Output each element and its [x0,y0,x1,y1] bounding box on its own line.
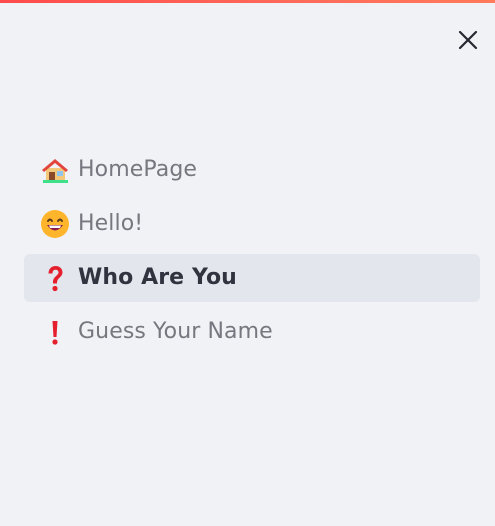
house-icon [40,155,70,185]
sidebar-item-label: HomePage [78,157,198,182]
sidebar-item-label: Guess Your Name [78,319,273,344]
top-accent-bar [0,0,495,3]
red-exclamation-mark-icon [40,317,70,347]
sidebar-item-label: Who Are You [78,265,237,290]
sidebar-item-who-are-you[interactable]: Who Are You [24,254,480,302]
close-icon [458,30,478,50]
sidebar-item-label: Hello! [78,211,144,236]
red-question-mark-icon [40,263,70,293]
close-sidebar-button[interactable] [452,24,484,56]
grinning-face-icon [40,209,70,239]
sidebar-item-guess-your-name[interactable]: Guess Your Name [24,308,480,356]
sidebar-item-homepage[interactable]: HomePage [24,146,480,194]
sidebar-nav: HomePage Hello! Who Are You Guess Your N… [24,146,480,362]
sidebar-item-hello[interactable]: Hello! [24,200,480,248]
